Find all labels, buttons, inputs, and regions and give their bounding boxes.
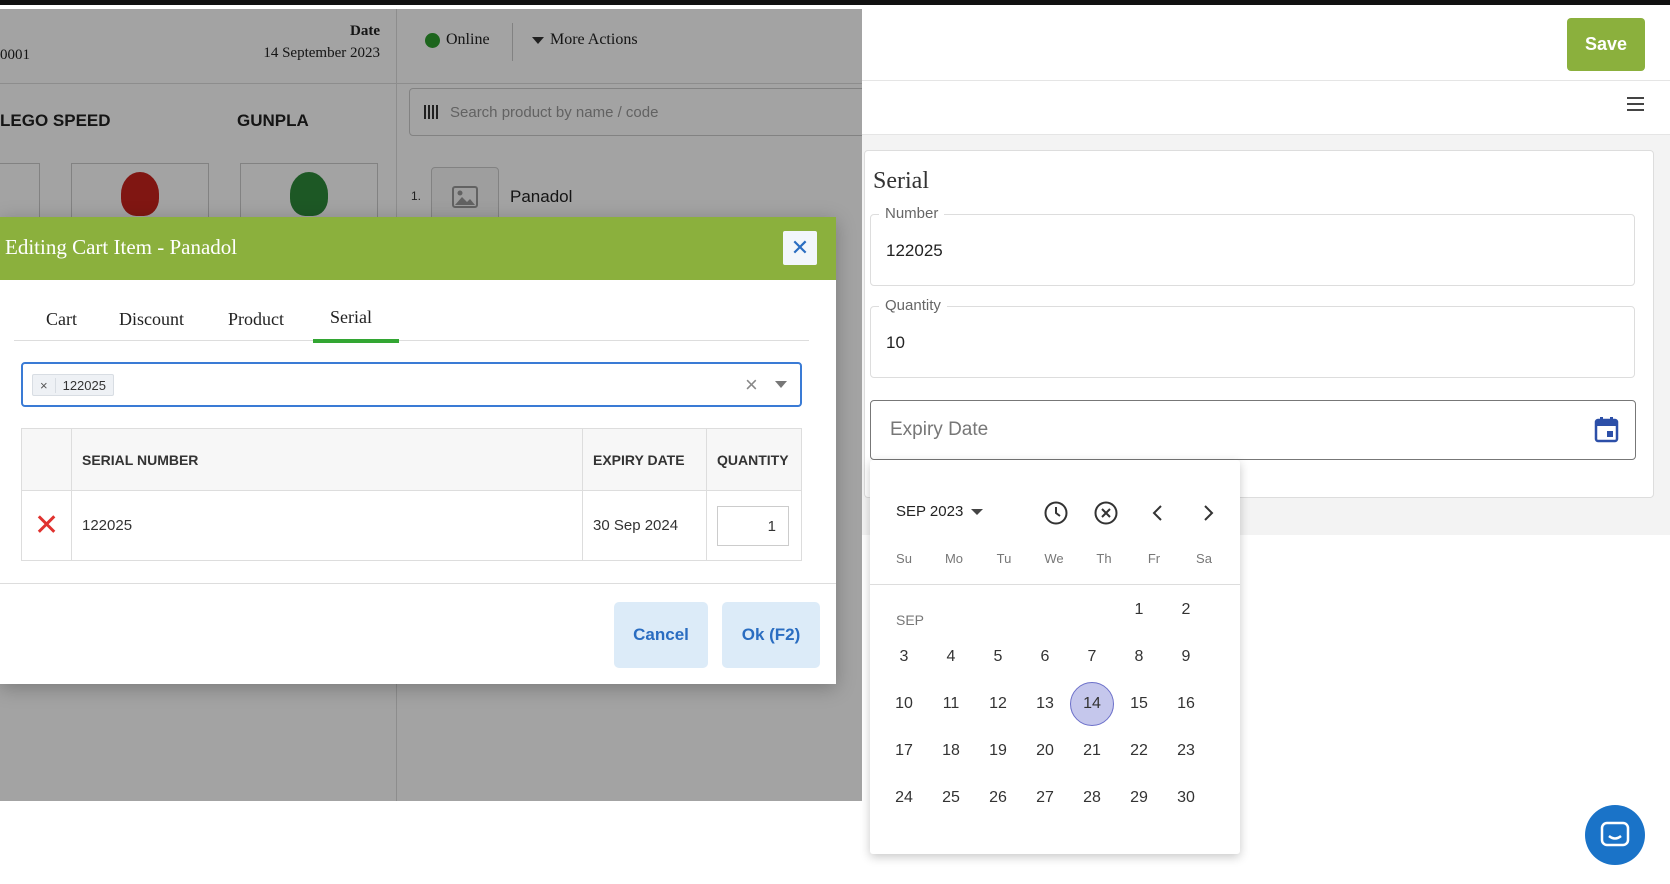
number-field[interactable]: Number 122025 (870, 205, 1635, 286)
expiry-date-cell: 30 Sep 2024 (582, 490, 707, 561)
day-cell[interactable]: 3 (882, 635, 926, 679)
day-cell[interactable]: 11 (929, 682, 973, 726)
day-cell[interactable]: 12 (976, 682, 1020, 726)
day-cell[interactable]: 28 (1070, 776, 1114, 820)
weekday-header: Su Mo Tu We Th Fr Sa (870, 551, 1240, 571)
weekday-label: We (1044, 551, 1064, 566)
table-header-row: SERIAL NUMBER EXPIRY DATE QUANTITY (21, 428, 802, 491)
serial-number-cell: 122025 (71, 490, 583, 561)
divider (870, 584, 1240, 585)
table-header-serial: SERIAL NUMBER (71, 428, 583, 491)
day-cell[interactable]: 21 (1070, 729, 1114, 773)
day-cell[interactable]: 24 (882, 776, 926, 820)
day-cell[interactable]: 22 (1117, 729, 1161, 773)
day-cell[interactable]: 20 (1023, 729, 1067, 773)
weekday-label: Sa (1196, 551, 1212, 566)
quantity-field[interactable]: Quantity 10 (870, 297, 1635, 378)
day-cell[interactable]: 9 (1164, 635, 1208, 679)
table-header-expiry: EXPIRY DATE (582, 428, 707, 491)
day-cell[interactable]: 27 (1023, 776, 1067, 820)
divider (862, 80, 1670, 81)
month-year-selector[interactable]: SEP 2023 (896, 503, 984, 520)
quantity-input[interactable]: 1 (717, 505, 789, 546)
day-cell[interactable]: 7 (1070, 635, 1114, 679)
delete-row-icon[interactable]: ✕ (34, 509, 59, 542)
chevron-left-icon[interactable] (1145, 500, 1171, 526)
weekday-label: Tu (996, 551, 1012, 566)
quantity-value: 10 (886, 333, 905, 352)
chevron-down-icon[interactable] (775, 381, 787, 388)
close-button[interactable]: ✕ (783, 231, 817, 265)
number-value: 122025 (886, 241, 943, 260)
weekday-label: Fr (1147, 551, 1161, 566)
day-cell[interactable]: 30 (1164, 776, 1208, 820)
cancel-button[interactable]: Cancel (614, 602, 708, 668)
weekday-label: Mo (944, 551, 964, 566)
save-button[interactable]: Save (1567, 18, 1645, 71)
clock-icon[interactable] (1043, 500, 1069, 526)
day-cell[interactable]: 2 (1164, 588, 1208, 632)
ok-button[interactable]: Ok (F2) (722, 602, 820, 668)
chat-button[interactable] (1585, 805, 1645, 865)
day-cell[interactable]: 26 (976, 776, 1020, 820)
day-cell[interactable]: 4 (929, 635, 973, 679)
tab-cart[interactable]: Cart (46, 309, 77, 330)
chevron-right-icon[interactable] (1195, 500, 1221, 526)
day-cell[interactable]: 10 (882, 682, 926, 726)
tab-product[interactable]: Product (228, 309, 284, 330)
day-cell[interactable]: 13 (1023, 682, 1067, 726)
serials-table: SERIAL NUMBER EXPIRY DATE QUANTITY ✕ 122… (21, 428, 802, 561)
day-selected[interactable]: 14 (1070, 682, 1114, 726)
weekday-label: Su (896, 551, 912, 566)
calendar-icon[interactable] (1594, 416, 1619, 443)
day-cell[interactable]: 16 (1164, 682, 1208, 726)
dialog-header: Editing Cart Item - Panadol ✕ (0, 217, 836, 280)
tab-discount[interactable]: Discount (119, 309, 184, 330)
caret-down-icon (971, 508, 984, 515)
day-cell[interactable]: 19 (976, 729, 1020, 773)
dialog-title: Editing Cart Item - Panadol (5, 235, 238, 259)
serial-select[interactable]: × 122025 × (21, 362, 802, 407)
divider (0, 583, 836, 584)
day-cell[interactable]: 1 (1117, 588, 1161, 632)
active-tab-indicator (313, 339, 399, 343)
day-cell[interactable]: 6 (1023, 635, 1067, 679)
month-year-label: SEP 2023 (896, 503, 964, 520)
day-cell[interactable]: 29 (1117, 776, 1161, 820)
expiry-date-field[interactable]: Expiry Date (870, 400, 1636, 460)
weekday-label: Th (1096, 551, 1112, 566)
day-cell[interactable]: 8 (1117, 635, 1161, 679)
clear-date-icon[interactable] (1093, 500, 1119, 526)
number-label: Number (879, 205, 945, 222)
month-label: SEP (896, 612, 925, 628)
edit-cart-item-dialog: Editing Cart Item - Panadol ✕ Cart Disco… (0, 217, 836, 684)
table-header-quantity: QUANTITY (706, 428, 802, 491)
day-cell[interactable]: 17 (882, 729, 926, 773)
section-title: Serial (873, 168, 929, 194)
selected-serial-chip: × 122025 (32, 374, 114, 396)
date-picker: SEP 2023 Su Mo Tu We Th Fr Sa SEP 123456… (870, 460, 1240, 854)
table-header-action (21, 428, 72, 491)
day-cell[interactable]: 5 (976, 635, 1020, 679)
tab-serial[interactable]: Serial (330, 307, 372, 328)
chip-remove-icon[interactable]: × (33, 377, 56, 393)
expiry-date-placeholder: Expiry Date (890, 419, 989, 440)
day-cell[interactable]: 15 (1117, 682, 1161, 726)
menu-icon[interactable] (1627, 97, 1644, 111)
clear-icon[interactable]: × (745, 372, 758, 398)
day-cell[interactable]: 23 (1164, 729, 1208, 773)
quantity-label: Quantity (879, 297, 947, 314)
chip-value: 122025 (62, 377, 106, 393)
top-edge-bar (0, 0, 1670, 5)
day-cell[interactable]: 25 (929, 776, 973, 820)
table-row: ✕ 122025 30 Sep 2024 1 (21, 490, 802, 561)
day-cell[interactable]: 18 (929, 729, 973, 773)
dialog-tabs: Cart Discount Product Serial (14, 297, 809, 343)
chat-icon (1600, 821, 1630, 847)
